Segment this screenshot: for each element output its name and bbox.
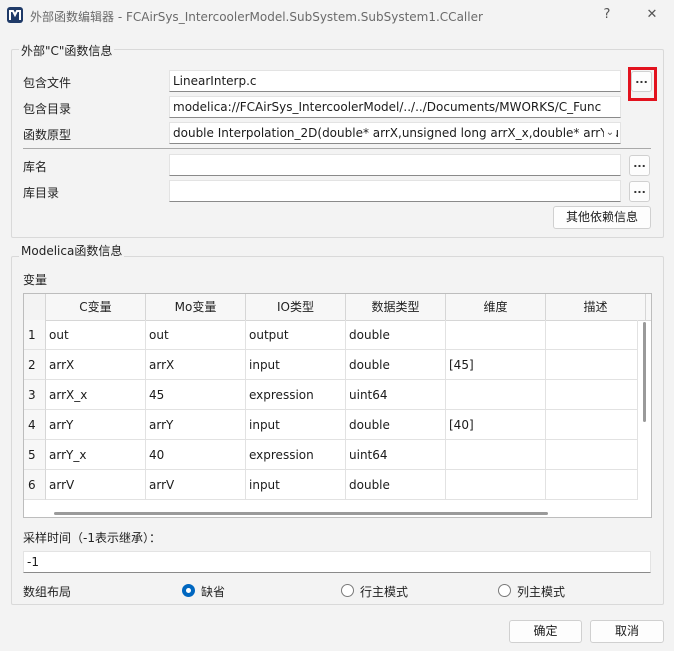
layout-default-label[interactable]: 缺省 [201,583,225,600]
cell-dimension[interactable] [446,440,546,470]
include-dir-label: 包含目录 [23,102,72,116]
title-bar: 外部函数编辑器 - FCAirSys_IntercoolerModel.SubS… [0,0,674,32]
lib-dir-browse-button[interactable]: ... [629,181,650,202]
row-number: 2 [24,350,46,380]
cell-data-type[interactable]: double [346,470,446,500]
vertical-scrollbar[interactable] [643,322,646,422]
cell-dimension[interactable]: [45] [446,350,546,380]
cell-data-type[interactable]: double [346,410,446,440]
help-button[interactable]: ? [595,4,619,26]
cell-data-type[interactable]: double [346,350,446,380]
cell-io-type[interactable]: output [246,320,346,350]
other-dependencies-button[interactable]: 其他依赖信息 [553,206,651,229]
layout-default-radio[interactable] [182,584,195,597]
cell-mo-var[interactable]: 45 [146,380,246,410]
window-title: 外部函数编辑器 - FCAirSys_IntercoolerModel.SubS… [30,10,483,24]
horizontal-scrollbar[interactable] [54,512,548,515]
column-header-c-var[interactable]: C变量 [46,294,146,321]
highlight-box [628,67,657,101]
cell-description[interactable] [546,320,638,350]
row-number: 1 [24,320,46,350]
cell-c-var[interactable]: out [46,320,146,350]
cell-description[interactable] [546,410,638,440]
modelica-function-info-title: Modelica函数信息 [19,242,125,259]
cell-mo-var[interactable]: arrX [146,350,246,380]
cell-data-type[interactable]: double [346,320,446,350]
table-row[interactable]: 6 arrV arrV input double [24,470,638,500]
cell-description[interactable] [546,350,638,380]
include-dir-field[interactable]: modelica://FCAirSys_IntercoolerModel/../… [169,96,621,118]
table-row[interactable]: 2 arrX arrX input double [45] [24,350,638,380]
cell-mo-var[interactable]: out [146,320,246,350]
cell-dimension[interactable] [446,380,546,410]
row-number: 3 [24,380,46,410]
cell-dimension[interactable] [446,320,546,350]
sample-time-label: 采样时间（-1表示继承）： [23,531,161,545]
cell-c-var[interactable]: arrV [46,470,146,500]
layout-column-major-label[interactable]: 列主模式 [517,583,565,600]
variables-label: 变量 [23,273,48,287]
cell-io-type[interactable]: expression [246,440,346,470]
close-button[interactable]: ✕ [640,4,664,26]
lib-name-browse-button[interactable]: ... [629,155,650,176]
cell-mo-var[interactable]: arrV [146,470,246,500]
variables-table[interactable]: C变量 Mo变量 IO类型 数据类型 维度 描述 1 out out outpu… [23,293,652,518]
row-number: 5 [24,440,46,470]
ok-button[interactable]: 确定 [509,620,582,643]
lib-name-label: 库名 [23,160,48,174]
chevron-down-icon[interactable]: ⌄ [604,123,616,143]
include-file-label: 包含文件 [23,76,72,90]
lib-dir-field[interactable] [169,180,621,202]
cell-dimension[interactable] [446,470,546,500]
layout-row-major-label[interactable]: 行主模式 [360,583,408,600]
cell-io-type[interactable]: expression [246,380,346,410]
divider [23,148,651,149]
cell-data-type[interactable]: uint64 [346,440,446,470]
cell-io-type[interactable]: input [246,350,346,380]
cell-mo-var[interactable]: arrY [146,410,246,440]
table-row[interactable]: 4 arrY arrY input double [40] [24,410,638,440]
cell-description[interactable] [546,380,638,410]
layout-row-major-radio[interactable] [341,584,354,597]
table-row[interactable]: 3 arrX_x 45 expression uint64 [24,380,638,410]
prototype-combo[interactable]: double Interpolation_2D(double* arrX,uns… [169,122,621,144]
sample-time-field[interactable]: -1 [23,551,651,573]
cell-c-var[interactable]: arrY_x [46,440,146,470]
table-header: C变量 Mo变量 IO类型 数据类型 维度 描述 [24,294,651,321]
cell-description[interactable] [546,470,638,500]
include-file-field[interactable]: LinearInterp.c [169,70,621,92]
row-number: 6 [24,470,46,500]
cell-io-type[interactable]: input [246,410,346,440]
column-header-dimension[interactable]: 维度 [446,294,546,321]
layout-column-major-radio[interactable] [498,584,511,597]
lib-dir-label: 库目录 [23,186,60,200]
column-header-mo-var[interactable]: Mo变量 [146,294,246,321]
cell-c-var[interactable]: arrX [46,350,146,380]
table-row[interactable]: 1 out out output double [24,320,638,350]
row-number: 4 [24,410,46,440]
cell-io-type[interactable]: input [246,470,346,500]
c-function-info-title: 外部"C"函数信息 [19,42,115,59]
column-header-io-type[interactable]: IO类型 [246,294,346,321]
column-header-data-type[interactable]: 数据类型 [346,294,446,321]
table-row[interactable]: 5 arrY_x 40 expression uint64 [24,440,638,470]
prototype-label: 函数原型 [23,128,72,142]
column-header-description[interactable]: 描述 [546,294,646,321]
lib-name-field[interactable] [169,154,621,176]
cell-c-var[interactable]: arrY [46,410,146,440]
array-layout-label: 数组布局 [23,585,72,599]
cell-data-type[interactable]: uint64 [346,380,446,410]
cell-c-var[interactable]: arrX_x [46,380,146,410]
cell-mo-var[interactable]: 40 [146,440,246,470]
app-logo-icon [7,7,23,23]
cancel-button[interactable]: 取消 [590,620,664,643]
cell-dimension[interactable]: [40] [446,410,546,440]
prototype-value: double Interpolation_2D(double* arrX,uns… [173,126,619,140]
header-corner [24,294,46,321]
cell-description[interactable] [546,440,638,470]
